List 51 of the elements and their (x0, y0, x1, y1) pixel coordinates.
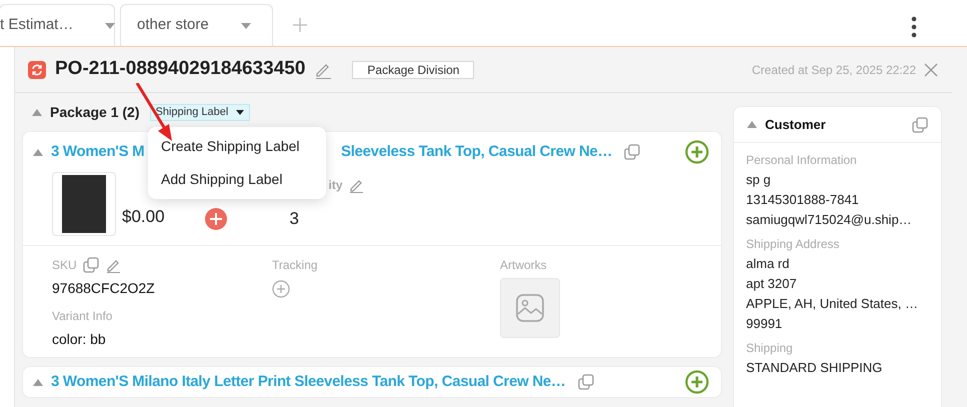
customer-detail: APPLE, AH, United States, … (746, 295, 919, 313)
menu-item[interactable]: Add Shipping Label (148, 163, 326, 196)
caret-icon (236, 110, 244, 114)
collapse-triangle-icon[interactable] (747, 121, 757, 128)
customer-detail: alma rd (746, 255, 790, 273)
created-time: Created at Sep 25, 2025 22:22 (752, 62, 916, 78)
customer-detail: sp g (746, 171, 772, 189)
copy-icon (624, 144, 640, 160)
section-heading: Personal Information (746, 152, 858, 169)
variant-value: color: bb (52, 330, 107, 349)
refresh-icon (28, 60, 46, 78)
customer-detail: 13145301888-7841 (746, 191, 860, 209)
add-circle-icon[interactable] (272, 280, 290, 298)
order-number: PO-211-08894029184633450 (55, 57, 306, 82)
store-tab[interactable]: t Estimat… (0, 4, 115, 46)
image-icon (516, 294, 544, 322)
package-division-button[interactable]: Package Division (352, 60, 474, 78)
menu-item[interactable]: Create Shipping Label (148, 130, 326, 163)
quantity-label: ity (328, 177, 343, 194)
sku-value: 97688CFC2O2Z (52, 279, 156, 298)
package-title: Package 1 (2) (50, 102, 140, 122)
field-label: Artworks (500, 257, 547, 274)
copy-icon (82, 257, 99, 273)
close-icon[interactable] (924, 62, 938, 76)
add-circle-icon[interactable] (685, 140, 709, 164)
field-label: SKU (52, 257, 77, 274)
customer-detail: samiugqwl715024@u.ship… (746, 211, 913, 229)
more-icon[interactable] (911, 16, 917, 38)
caret-icon (240, 22, 251, 28)
photo-placeholder (62, 175, 106, 233)
plus-icon[interactable] (293, 18, 307, 32)
field-label: Tracking (272, 257, 318, 274)
panel-title: Customer (765, 116, 826, 134)
section-heading: Shipping (746, 340, 794, 357)
customer-detail: STANDARD SHIPPING (746, 359, 884, 377)
price: $0.00 (122, 206, 165, 228)
collapse-triangle-icon[interactable] (32, 108, 42, 116)
customer-detail: apt 3207 (746, 275, 798, 293)
copy-icon (912, 116, 928, 132)
customer-detail: 99991 (746, 315, 784, 333)
copy-icon (578, 374, 594, 390)
collapse-triangle-icon[interactable] (33, 378, 43, 386)
add-circle-icon[interactable] (685, 370, 709, 394)
collapse-triangle-icon[interactable] (33, 148, 43, 156)
shipping-label-dropdown[interactable]: Shipping Label (150, 104, 250, 120)
quantity-value: 3 (290, 208, 300, 230)
caret-icon (105, 22, 116, 28)
store-tab[interactable]: other store (120, 4, 273, 46)
field-label: Variant Info (52, 308, 114, 325)
section-heading: Shipping Address (746, 236, 840, 253)
remove-circle-icon[interactable] (204, 208, 227, 230)
